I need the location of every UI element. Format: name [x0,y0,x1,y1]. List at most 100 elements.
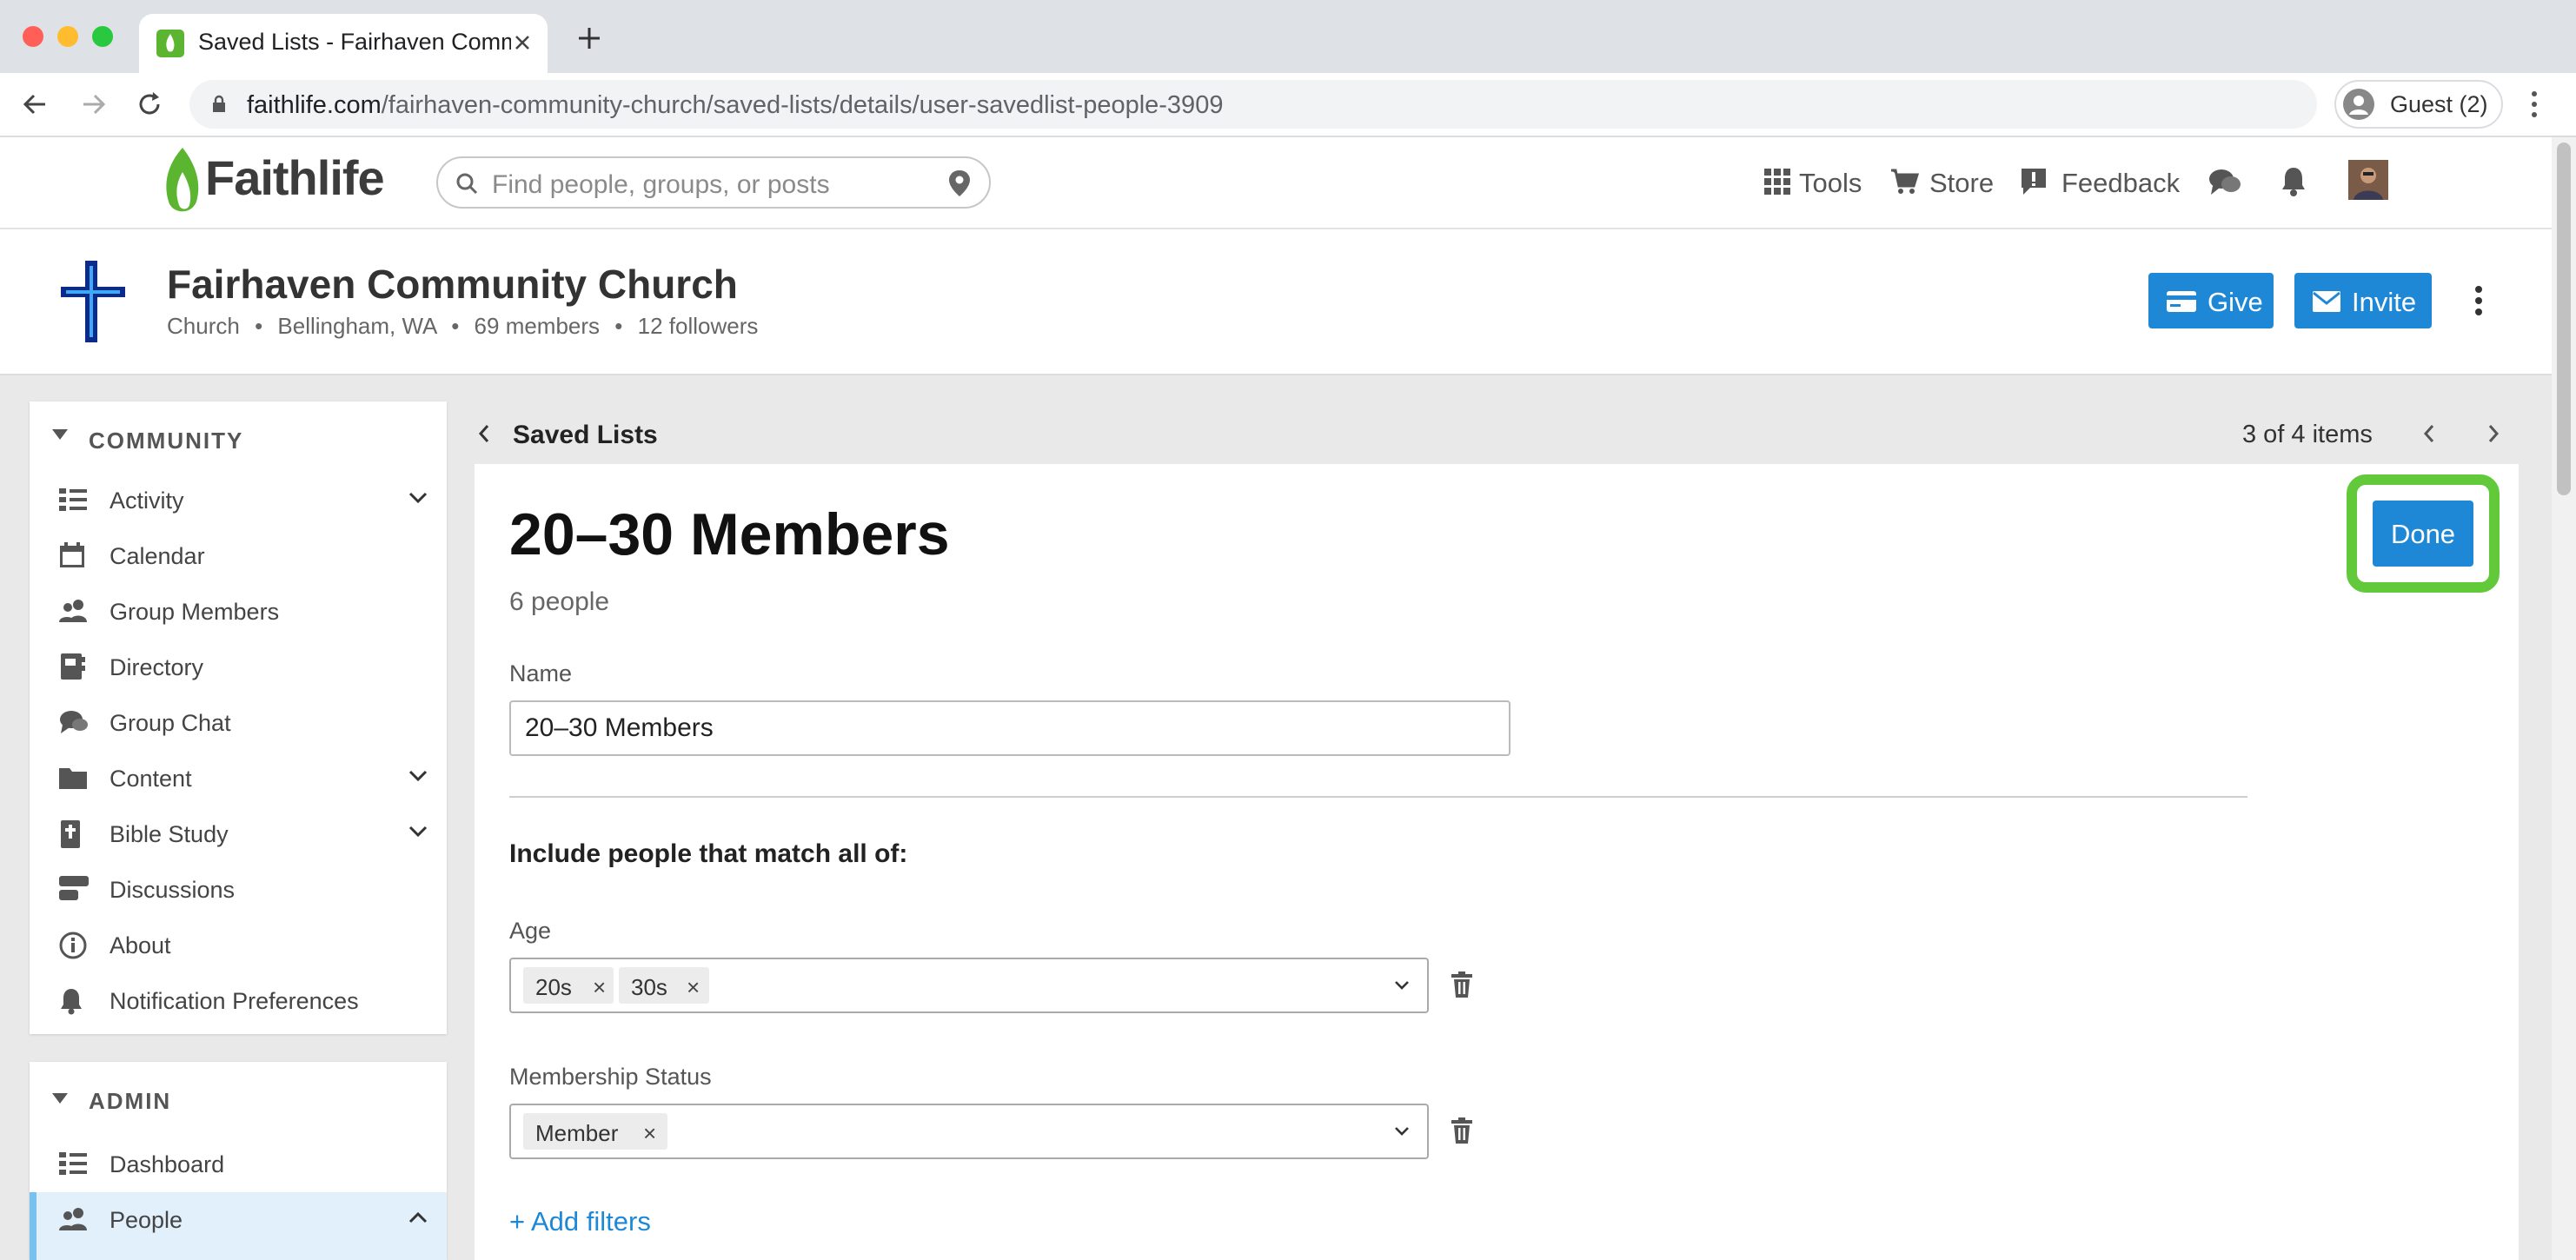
browser-tab-strip: Saved Lists - Fairhaven Comm [0,0,2576,73]
meta-separator: • [614,313,623,339]
sidebar-item-dashboard[interactable]: Dashboard [30,1137,447,1192]
give-label: Give [2208,287,2263,317]
chevron-down-icon[interactable] [1394,1126,1410,1137]
page-scrollbar[interactable] [2552,137,2576,1260]
membership-filter-select[interactable]: Member × [509,1104,1429,1159]
name-field[interactable] [509,700,1510,756]
envelope-icon [2312,290,2341,313]
chip-remove-icon[interactable]: × [687,974,700,1001]
messages-icon[interactable] [2208,167,2242,198]
delete-filter-trash-icon[interactable] [1451,1117,1472,1144]
admin-section-title[interactable]: ADMIN [89,1088,171,1115]
profile-button[interactable]: Guest (2) [2334,80,2503,129]
scrollbar-thumb[interactable] [2557,143,2571,495]
sidebar-item-notification-preferences[interactable]: Notification Preferences [30,973,447,1029]
tab-close-icon[interactable] [511,31,534,54]
name-field-label: Name [509,660,573,686]
location-pin-icon[interactable] [947,169,972,198]
chevron-down-icon[interactable] [408,826,428,838]
store-cart-icon[interactable] [1889,167,1919,196]
sidebar-admin-section: ADMIN Dashboard People [30,1062,447,1260]
sidebar-item-people[interactable]: People [30,1192,447,1260]
sidebar-item-activity[interactable]: Activity [30,473,447,528]
done-button[interactable]: Done [2373,501,2473,567]
sidebar-item-group-members[interactable]: Group Members [30,584,447,640]
back-icon[interactable] [21,90,49,118]
name-input[interactable] [525,713,1481,744]
sidebar-item-discussions[interactable]: Discussions [30,862,447,918]
reload-icon[interactable] [136,90,163,118]
chevron-down-icon[interactable] [408,492,428,504]
breadcrumb-back-icon[interactable] [478,424,490,443]
chevron-down-icon[interactable] [408,770,428,782]
pager-next-icon[interactable] [2487,424,2500,443]
nav-store-link[interactable]: Store [1929,168,1994,199]
faithlife-logo-text[interactable]: Faithlife [205,149,385,206]
sidebar-item-group-chat[interactable]: Group Chat [30,695,447,751]
sidebar-community-section: COMMUNITY Activity Calendar Group Member… [30,401,447,1034]
add-filters-link[interactable]: + Add filters [509,1206,651,1237]
done-label: Done [2390,519,2456,549]
guest-avatar-icon [2343,89,2374,120]
chat-icon [59,709,89,735]
browser-tab[interactable]: Saved Lists - Fairhaven Comm [139,14,548,73]
chip-remove-icon[interactable]: × [643,1120,656,1147]
sidebar-item-directory[interactable]: Directory [30,640,447,695]
page-title: 20–30 Members [509,501,950,567]
sidebar-item-bible-study[interactable]: Bible Study [30,806,447,862]
window-close-button[interactable] [23,26,43,47]
site-header: Faithlife Find people, groups, or posts … [0,137,2552,229]
age-filter-select[interactable]: 20s × 30s × [509,958,1429,1013]
filter-chip: 30s × [619,967,709,1004]
pager-status: 3 of 4 items [2242,421,2373,448]
tab-title: Saved Lists - Fairhaven Comm [198,29,511,55]
feedback-icon[interactable] [2020,167,2048,196]
group-more-options-icon[interactable] [2473,285,2484,316]
sidebar-item-about[interactable]: About [30,918,447,973]
sidebar-item-calendar[interactable]: Calendar [30,528,447,584]
address-bar[interactable]: faithlife.com/fairhaven-community-church… [189,80,2317,129]
window-zoom-button[interactable] [92,26,113,47]
credit-card-icon [2166,290,2197,313]
group-meta: Church • Bellingham, WA • 69 members • 1… [167,313,758,340]
people-count: 6 people [509,587,610,616]
collapse-caret-icon[interactable] [52,1093,68,1104]
new-tab-icon[interactable] [577,26,601,50]
group-location: Bellingham, WA [277,313,436,339]
pager-previous-icon[interactable] [2423,424,2435,443]
faithlife-logo-icon[interactable] [162,146,202,219]
group-followers-count[interactable]: 12 followers [638,313,759,339]
invite-button[interactable]: Invite [2294,273,2432,328]
browser-toolbar: faithlife.com/fairhaven-community-church… [0,73,2576,137]
sidebar-item-label: Activity [110,487,184,514]
filters-heading: Include people that match all of: [509,839,908,868]
chevron-down-icon[interactable] [1394,980,1410,991]
site-search[interactable]: Find people, groups, or posts [436,156,991,209]
group-name[interactable]: Fairhaven Community Church [167,261,738,308]
browser-menu-icon[interactable] [2529,89,2539,120]
forward-icon[interactable] [80,90,108,118]
give-button[interactable]: Give [2148,273,2274,328]
search-placeholder: Find people, groups, or posts [492,170,830,199]
chevron-up-icon[interactable] [408,1211,428,1224]
nav-feedback-link[interactable]: Feedback [2061,168,2180,199]
delete-filter-trash-icon[interactable] [1451,972,1472,998]
user-avatar[interactable] [2348,160,2388,200]
sidebar-item-label: Dashboard [110,1151,225,1177]
window-minimize-button[interactable] [57,26,78,47]
meta-separator: • [255,313,263,339]
sidebar-item-content[interactable]: Content [30,751,447,806]
tools-grid-icon[interactable] [1764,169,1790,195]
nav-tools-link[interactable]: Tools [1799,168,1862,199]
done-button-highlight: Done [2347,474,2500,593]
community-section-title[interactable]: COMMUNITY [89,428,243,454]
group-members-count[interactable]: 69 members [475,313,601,339]
chip-remove-icon[interactable]: × [593,974,606,1001]
breadcrumb[interactable]: Saved Lists [513,421,658,450]
favicon-icon [156,30,184,57]
notifications-bell-icon[interactable] [2281,165,2307,198]
collapse-caret-icon[interactable] [52,429,68,440]
search-icon [455,172,478,195]
folder-icon [59,765,87,789]
chip-label: 20s [535,974,572,1000]
